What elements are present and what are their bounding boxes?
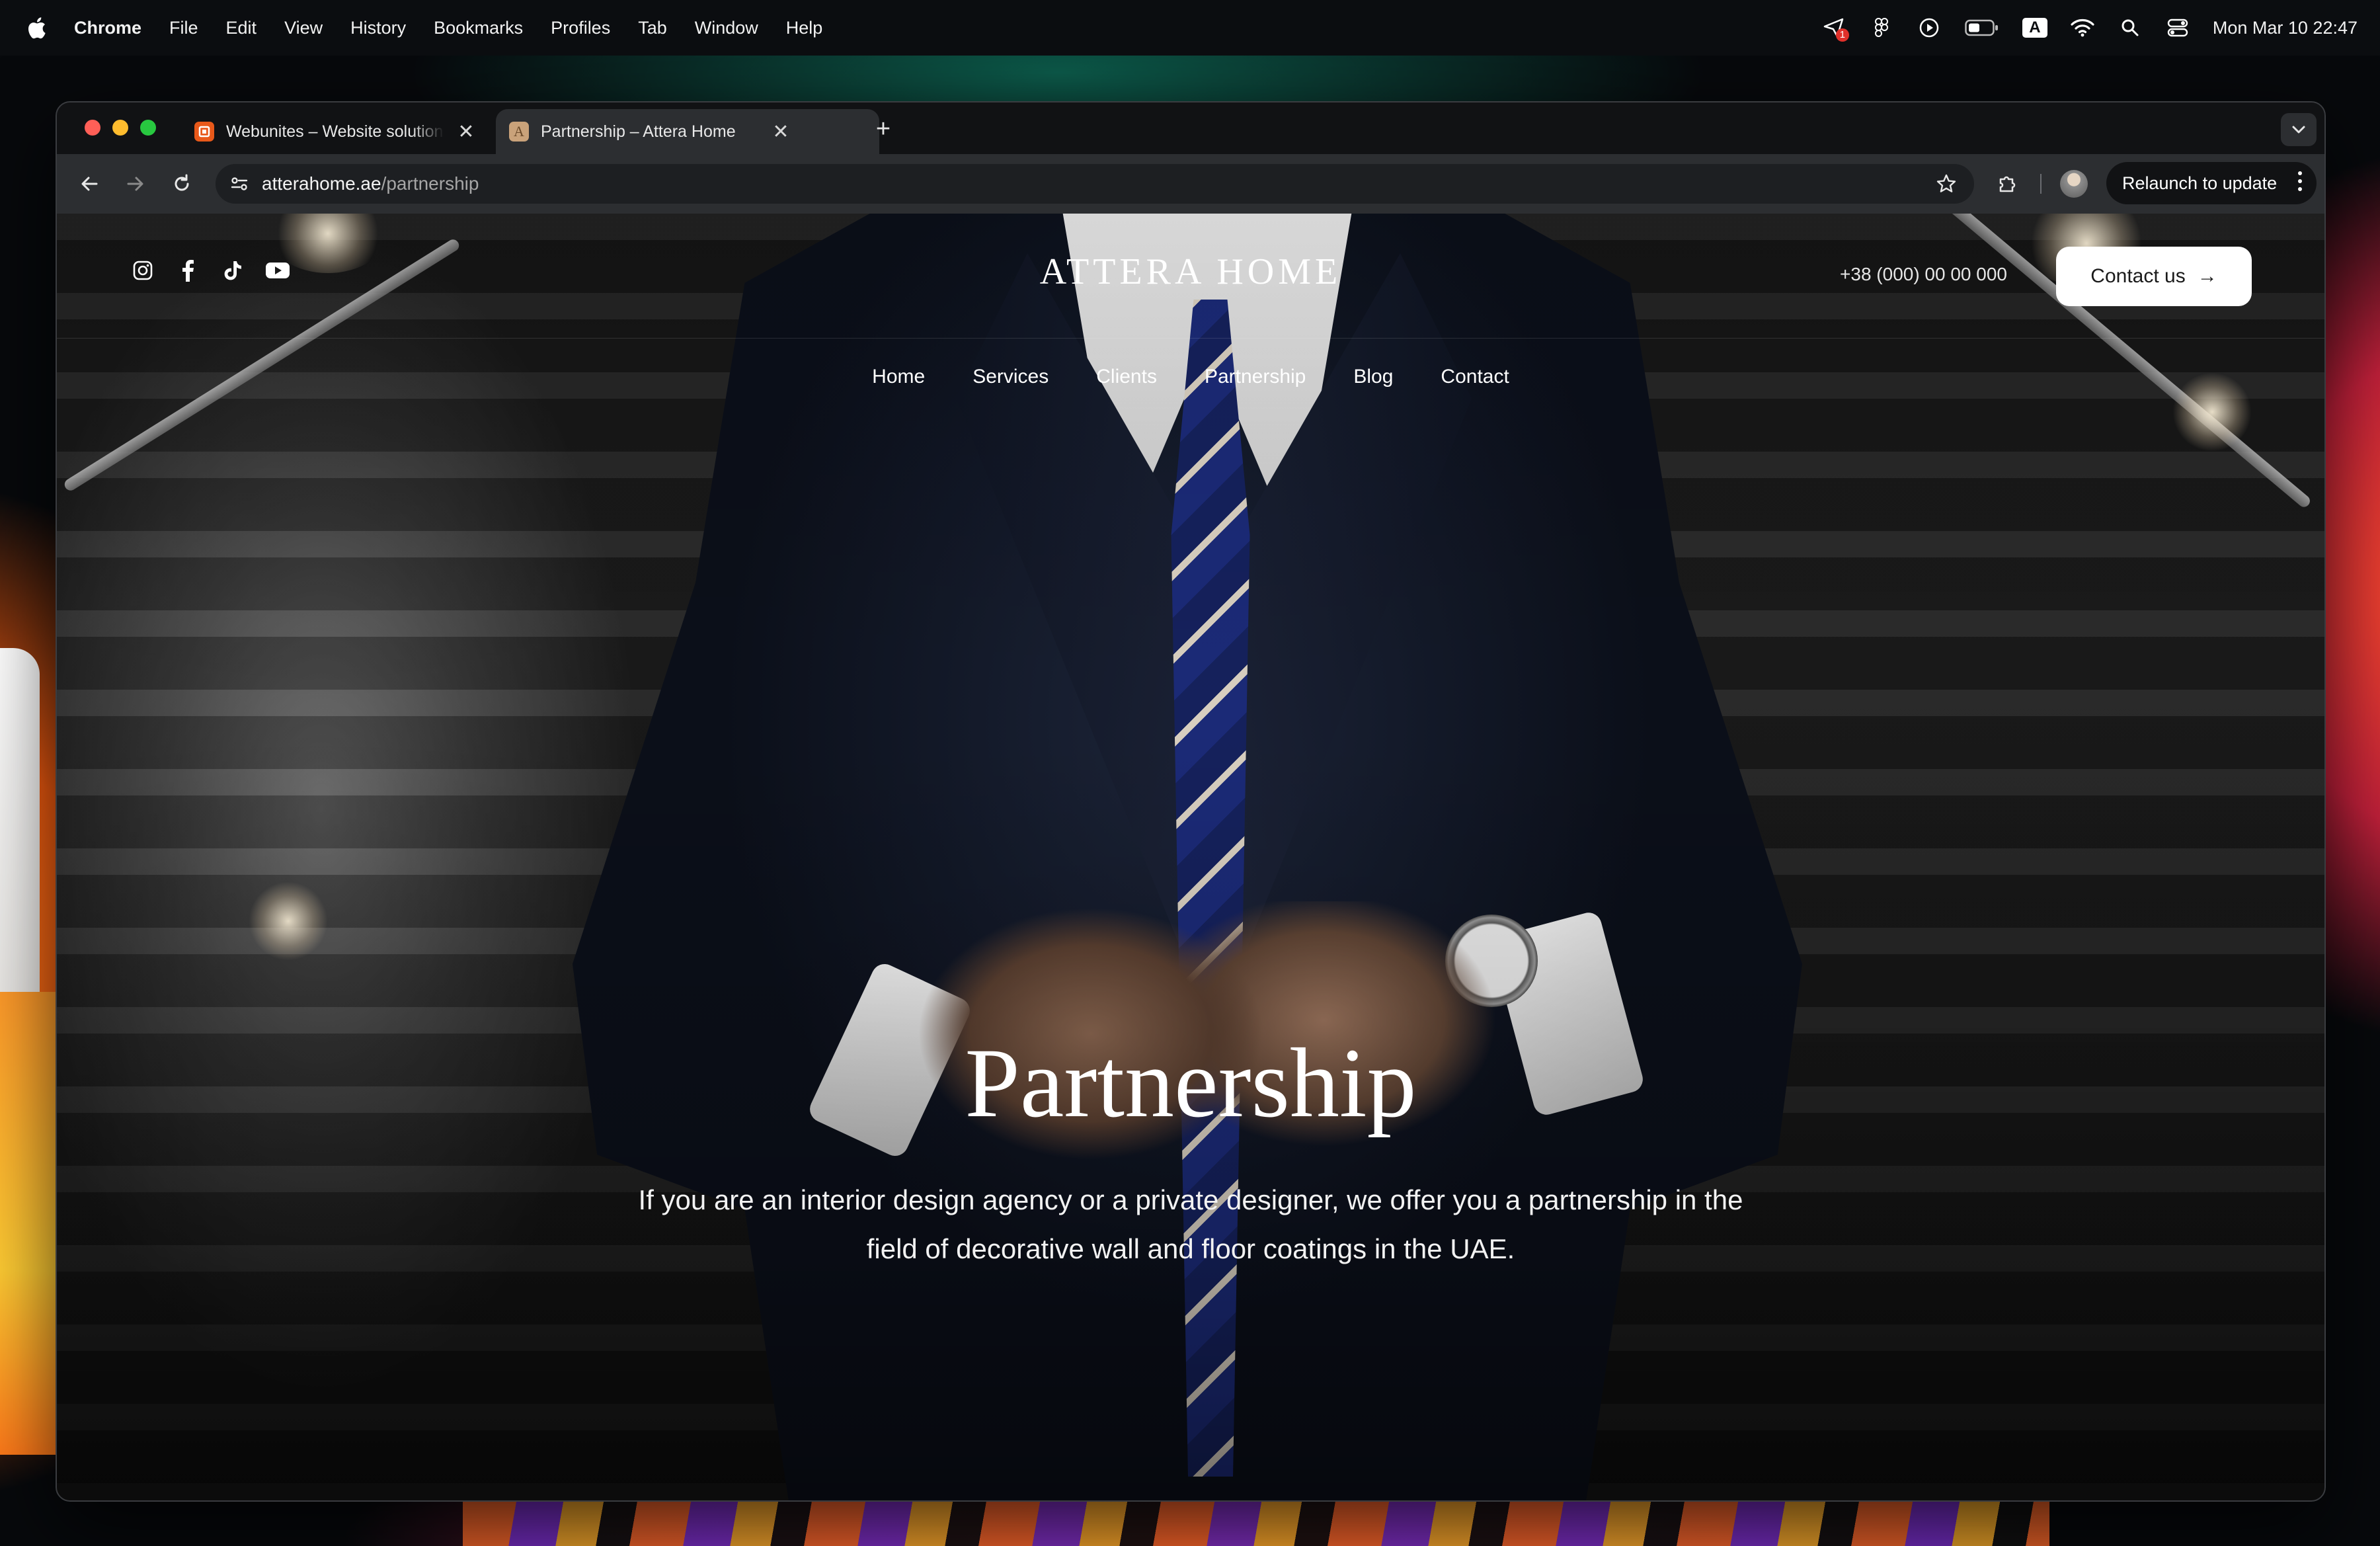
menu-window[interactable]: Window xyxy=(695,18,758,38)
chevron-down-icon xyxy=(2292,126,2305,134)
menu-help[interactable]: Help xyxy=(786,18,823,38)
new-tab-button[interactable]: + xyxy=(869,116,898,145)
close-tab-icon[interactable]: ✕ xyxy=(456,120,476,143)
attera-favicon-icon: A xyxy=(509,122,529,142)
status-area: 1 A Mon Mar 10 22:47 xyxy=(1821,0,2358,56)
tab-title: Partnership – Attera Home xyxy=(541,122,736,141)
relaunch-to-update-button[interactable]: Relaunch to update xyxy=(2106,162,2317,204)
nav-blog[interactable]: Blog xyxy=(1353,366,1393,388)
reload-icon xyxy=(175,174,189,191)
webunites-favicon-icon xyxy=(194,122,214,142)
favicon-letter: A xyxy=(514,123,524,140)
nav-services[interactable]: Services xyxy=(972,366,1049,388)
puzzle-icon xyxy=(1999,176,2016,192)
nav-clients[interactable]: Clients xyxy=(1096,366,1157,388)
hero-title: Partnership xyxy=(965,1028,1417,1138)
url-path: /partnership xyxy=(381,173,479,194)
more-options-icon[interactable] xyxy=(2298,171,2302,191)
menu-profiles[interactable]: Profiles xyxy=(551,18,610,38)
contact-us-button[interactable]: Contact us → xyxy=(2056,247,2252,306)
arrow-left-icon xyxy=(81,177,98,191)
window-controls xyxy=(85,120,156,136)
wallpaper-shape xyxy=(463,1501,2049,1546)
play-circle-icon[interactable] xyxy=(1917,15,1942,40)
forward-button[interactable] xyxy=(120,169,151,199)
menu-bar: Chrome File Edit View History Bookmarks … xyxy=(0,0,2380,56)
menu-bookmarks[interactable]: Bookmarks xyxy=(434,18,523,38)
figma-icon[interactable] xyxy=(1869,15,1894,40)
browser-window: Webunites – Website solution ✕ A Partner… xyxy=(56,101,2326,1502)
toolbar-divider xyxy=(2040,174,2042,194)
battery-icon[interactable] xyxy=(1964,15,2000,40)
keyboard-input-label: A xyxy=(2022,18,2047,38)
web-page: ATTERA HOME +38 (000) 00 00 000 Contact … xyxy=(57,214,2324,1500)
contact-us-label: Contact us xyxy=(2090,265,2186,287)
nav-contact[interactable]: Contact xyxy=(1441,366,1509,388)
menu-edit[interactable]: Edit xyxy=(226,18,257,38)
header-divider xyxy=(57,338,2324,339)
url-text: atterahome.ae/partnership xyxy=(262,173,479,194)
site-header: ATTERA HOME +38 (000) 00 00 000 Contact … xyxy=(57,214,2324,438)
minimize-window-button[interactable] xyxy=(112,120,128,136)
address-bar[interactable]: atterahome.ae/partnership xyxy=(216,164,1974,204)
keyboard-input-icon[interactable]: A xyxy=(2022,15,2047,40)
back-button[interactable] xyxy=(74,169,104,199)
send-icon[interactable]: 1 xyxy=(1821,15,1849,42)
close-window-button[interactable] xyxy=(85,120,100,136)
tab-search-button[interactable] xyxy=(2281,113,2317,146)
bookmark-star-icon[interactable] xyxy=(1933,171,1960,197)
wallpaper-shape xyxy=(0,648,40,1018)
notification-badge: 1 xyxy=(1835,28,1849,42)
close-tab-icon[interactable]: ✕ xyxy=(771,120,791,143)
url-domain: atterahome.ae xyxy=(262,173,381,194)
wifi-icon[interactable] xyxy=(2070,15,2095,40)
extensions-button[interactable] xyxy=(1993,169,2023,199)
site-settings-icon[interactable] xyxy=(226,171,253,197)
main-nav: Home Services Clients Partnership Blog C… xyxy=(57,366,2324,388)
menu-tab[interactable]: Tab xyxy=(638,18,667,38)
menu-app-name[interactable]: Chrome xyxy=(74,18,141,38)
arrow-right-icon xyxy=(127,177,143,191)
arrow-right-icon: → xyxy=(2197,265,2217,287)
menu-view[interactable]: View xyxy=(284,18,323,38)
hero-description-text: If you are an interior design agency or … xyxy=(638,1184,1743,1264)
menu-history[interactable]: History xyxy=(350,18,406,38)
spotlight-search-icon[interactable] xyxy=(2118,15,2143,40)
nav-partnership[interactable]: Partnership xyxy=(1205,366,1306,388)
browser-toolbar: atterahome.ae/partnership Relaunch to up… xyxy=(57,154,2324,214)
maximize-window-button[interactable] xyxy=(140,120,156,136)
reload-button[interactable] xyxy=(167,169,197,199)
phone-number[interactable]: +38 (000) 00 00 000 xyxy=(1840,264,2007,285)
menu-file[interactable]: File xyxy=(169,18,198,38)
menubar-clock[interactable]: Mon Mar 10 22:47 xyxy=(2213,18,2358,38)
profile-avatar[interactable] xyxy=(2060,170,2088,198)
tab-partnership[interactable]: A Partnership – Attera Home ✕ xyxy=(496,109,879,154)
relaunch-label: Relaunch to update xyxy=(2122,173,2278,193)
apple-icon[interactable] xyxy=(25,15,48,41)
nav-home[interactable]: Home xyxy=(872,366,925,388)
tab-strip: Webunites – Website solution ✕ A Partner… xyxy=(57,102,2324,154)
control-center-icon[interactable] xyxy=(2165,15,2190,40)
tab-webunites[interactable]: Webunites – Website solution ✕ xyxy=(181,109,518,154)
hero-description: If you are an interior design agency or … xyxy=(57,1176,2324,1274)
tab-title: Webunites – Website solution xyxy=(226,122,444,141)
